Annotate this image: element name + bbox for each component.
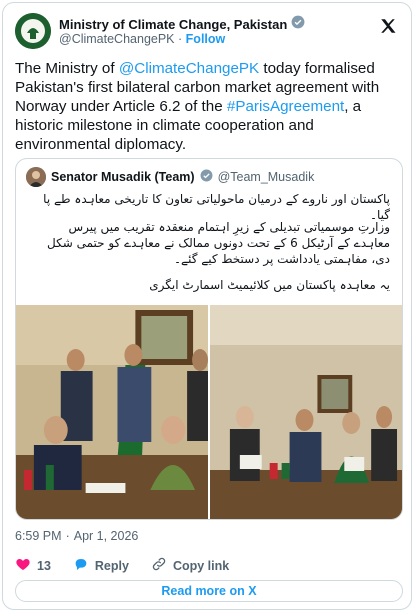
follow-link[interactable]: Follow <box>186 32 226 46</box>
hashtag-link[interactable]: #ParisAgreement <box>227 98 344 115</box>
quoted-tweet[interactable]: Senator Musadik (Team) @Team_Musadik پاک… <box>15 158 403 520</box>
tweet-date[interactable]: Apr 1, 2026 <box>74 529 139 543</box>
author-name[interactable]: Ministry of Climate Change, Pakistan <box>59 17 287 32</box>
verified-badge-icon <box>291 15 305 34</box>
heart-icon <box>15 556 31 575</box>
author-avatar[interactable] <box>15 13 51 49</box>
tweet-header: Ministry of Climate Change, Pakistan @Cl… <box>15 13 399 53</box>
quoted-author-avatar[interactable] <box>26 167 46 187</box>
quoted-text-para-2: وزارتِ موسمیاتی تبدیلی کے زیرِ اہتمام من… <box>47 220 390 266</box>
separator-dot: · <box>178 32 183 46</box>
like-count: 13 <box>37 558 51 573</box>
author-handle[interactable]: @ClimateChangePK <box>59 32 175 46</box>
meta-separator: · <box>65 529 70 543</box>
reply-label: Reply <box>94 558 129 573</box>
tweet-actions: 13 Reply Copy link <box>15 556 251 575</box>
copy-link-label: Copy link <box>172 558 230 573</box>
read-more-button[interactable]: Read more on X <box>15 580 403 602</box>
link-icon <box>151 556 167 575</box>
tweet-text-part-1: The Ministry of <box>15 60 119 77</box>
quoted-author-name[interactable]: Senator Musadik (Team) <box>51 170 195 184</box>
reply-button[interactable]: Reply <box>73 556 129 575</box>
tweet-card: Ministry of Climate Change, Pakistan @Cl… <box>2 2 412 610</box>
signing-photo-right[interactable] <box>210 305 402 519</box>
reply-icon <box>73 556 89 575</box>
copy-link-button[interactable]: Copy link <box>151 556 229 575</box>
signing-photo-left[interactable] <box>16 305 208 519</box>
tweet-text: The Ministry of @ClimateChangePK today f… <box>15 59 399 154</box>
x-logo-icon[interactable] <box>379 17 397 35</box>
quoted-author-handle[interactable]: @Team_Musadik <box>218 170 315 184</box>
tweet-time[interactable]: 6:59 PM <box>15 529 62 543</box>
quoted-media <box>16 305 402 519</box>
quoted-text-para-3: یہ معاہدہ پاکستان میں کلائیمیٹ اسمارٹ ای… <box>149 278 390 292</box>
tweet-meta: 6:59 PM · Apr 1, 2026 <box>15 529 138 543</box>
mention-link[interactable]: @ClimateChangePK <box>119 60 259 77</box>
quoted-verified-badge-icon <box>200 169 213 185</box>
like-button[interactable]: 13 <box>15 556 51 575</box>
